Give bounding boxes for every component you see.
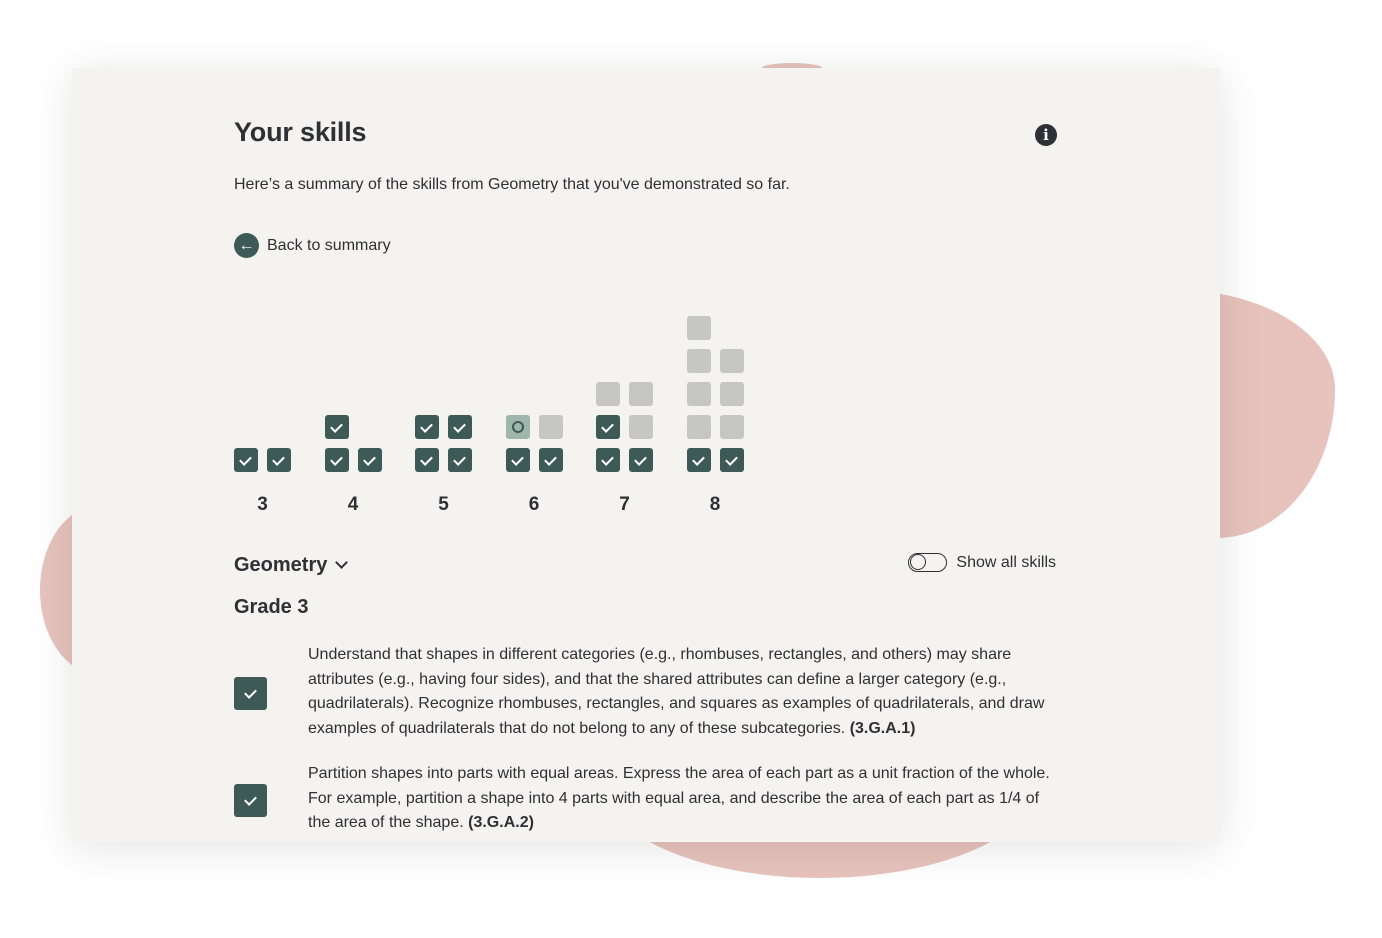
info-icon[interactable]: i bbox=[1035, 124, 1057, 146]
skill-square-not-yet[interactable] bbox=[538, 415, 563, 439]
skill-squares bbox=[686, 316, 744, 472]
skill-squares bbox=[505, 415, 563, 472]
skill-square-demonstrated[interactable] bbox=[415, 415, 439, 439]
skill-square-demonstrated[interactable] bbox=[596, 448, 620, 472]
skill-square-demonstrated[interactable] bbox=[629, 448, 653, 472]
skill-description: Understand that shapes in different cate… bbox=[308, 643, 1056, 741]
chevron-down-icon bbox=[335, 556, 349, 569]
skill-squares bbox=[596, 382, 653, 472]
skill-square-not-yet[interactable] bbox=[719, 382, 744, 406]
skill-item: Partition shapes into parts with equal a… bbox=[234, 762, 1056, 842]
skill-square-demonstrated[interactable] bbox=[324, 415, 349, 439]
grade-column-8: 8 bbox=[686, 308, 744, 516]
back-to-summary-link[interactable]: ← Back to summary bbox=[234, 233, 391, 258]
skill-square-demonstrated[interactable] bbox=[686, 448, 711, 472]
skill-square-not-yet[interactable] bbox=[686, 349, 711, 373]
skill-square-not-yet[interactable] bbox=[719, 349, 744, 373]
skill-square-not-yet[interactable] bbox=[629, 415, 653, 439]
skill-item: Understand that shapes in different cate… bbox=[234, 643, 1056, 743]
show-all-skills-toggle-group: Show all skills bbox=[908, 553, 1056, 572]
back-to-summary-label: Back to summary bbox=[267, 236, 391, 254]
grade-column-3: 3 bbox=[234, 308, 291, 516]
grade-column-6: 6 bbox=[505, 308, 563, 516]
show-all-skills-label: Show all skills bbox=[956, 553, 1056, 571]
domain-dropdown[interactable]: Geometry bbox=[234, 554, 349, 577]
grade-label: 6 bbox=[528, 494, 540, 515]
skill-squares bbox=[415, 415, 472, 472]
skill-text: Partition shapes into parts with equal a… bbox=[308, 765, 1050, 832]
skill-text: Understand that shapes in different cate… bbox=[308, 646, 1045, 737]
grade-label: 8 bbox=[709, 494, 721, 515]
grade-column-4: 4 bbox=[324, 308, 382, 516]
skill-square-demonstrated[interactable] bbox=[448, 415, 472, 439]
checkmark-icon bbox=[234, 677, 267, 710]
toggle-knob bbox=[910, 554, 927, 570]
checkmark-icon bbox=[234, 784, 267, 817]
grade-column-5: 5 bbox=[415, 308, 472, 516]
skill-square-demonstrated[interactable] bbox=[719, 448, 744, 472]
show-all-skills-toggle[interactable] bbox=[908, 553, 948, 572]
skill-square-demonstrated[interactable] bbox=[538, 448, 563, 472]
skills-card: Your skills i Here’s a summary of the sk… bbox=[72, 68, 1220, 842]
domain-dropdown-label: Geometry bbox=[234, 554, 328, 576]
skill-description: Partition shapes into parts with equal a… bbox=[308, 762, 1056, 836]
skill-square-demonstrated[interactable] bbox=[596, 415, 620, 439]
skill-standard-code: (3.G.A.2) bbox=[468, 814, 534, 832]
skill-standard-code: (3.G.A.1) bbox=[849, 719, 916, 737]
skill-square-demonstrated[interactable] bbox=[267, 448, 291, 472]
skill-square-demonstrated[interactable] bbox=[448, 448, 472, 472]
grade-label: 4 bbox=[347, 494, 359, 515]
skill-square-not-yet[interactable] bbox=[686, 382, 711, 406]
grade-label: 7 bbox=[619, 494, 630, 515]
skill-square-demonstrated[interactable] bbox=[234, 448, 258, 472]
skill-square-empty bbox=[720, 316, 744, 340]
skill-square-not-yet[interactable] bbox=[686, 316, 711, 340]
arrow-left-circle-icon: ← bbox=[234, 233, 259, 258]
skill-squares bbox=[324, 415, 382, 472]
page-subtitle: Here’s a summary of the skills from Geom… bbox=[234, 176, 790, 193]
skill-square-empty bbox=[358, 415, 382, 439]
skill-square-demonstrated[interactable] bbox=[357, 448, 382, 472]
grade-label: 5 bbox=[438, 494, 449, 515]
grade-column-7: 7 bbox=[596, 308, 653, 516]
skill-square-demonstrated[interactable] bbox=[324, 448, 349, 472]
skill-square-demonstrated[interactable] bbox=[415, 448, 439, 472]
skill-square-not-yet[interactable] bbox=[629, 382, 653, 406]
grade-heading: Grade 3 bbox=[234, 596, 309, 618]
skill-squares bbox=[234, 448, 291, 472]
grade-skills-chart: 3 4 5 6 7 8 bbox=[234, 308, 794, 528]
page-title: Your skills bbox=[234, 117, 367, 147]
skill-square-not-yet[interactable] bbox=[719, 415, 744, 439]
grade-label: 3 bbox=[257, 494, 268, 515]
skill-square-in-progress[interactable] bbox=[505, 415, 530, 439]
skill-square-demonstrated[interactable] bbox=[505, 448, 530, 472]
skill-square-not-yet[interactable] bbox=[596, 382, 620, 406]
skill-square-not-yet[interactable] bbox=[686, 415, 711, 439]
